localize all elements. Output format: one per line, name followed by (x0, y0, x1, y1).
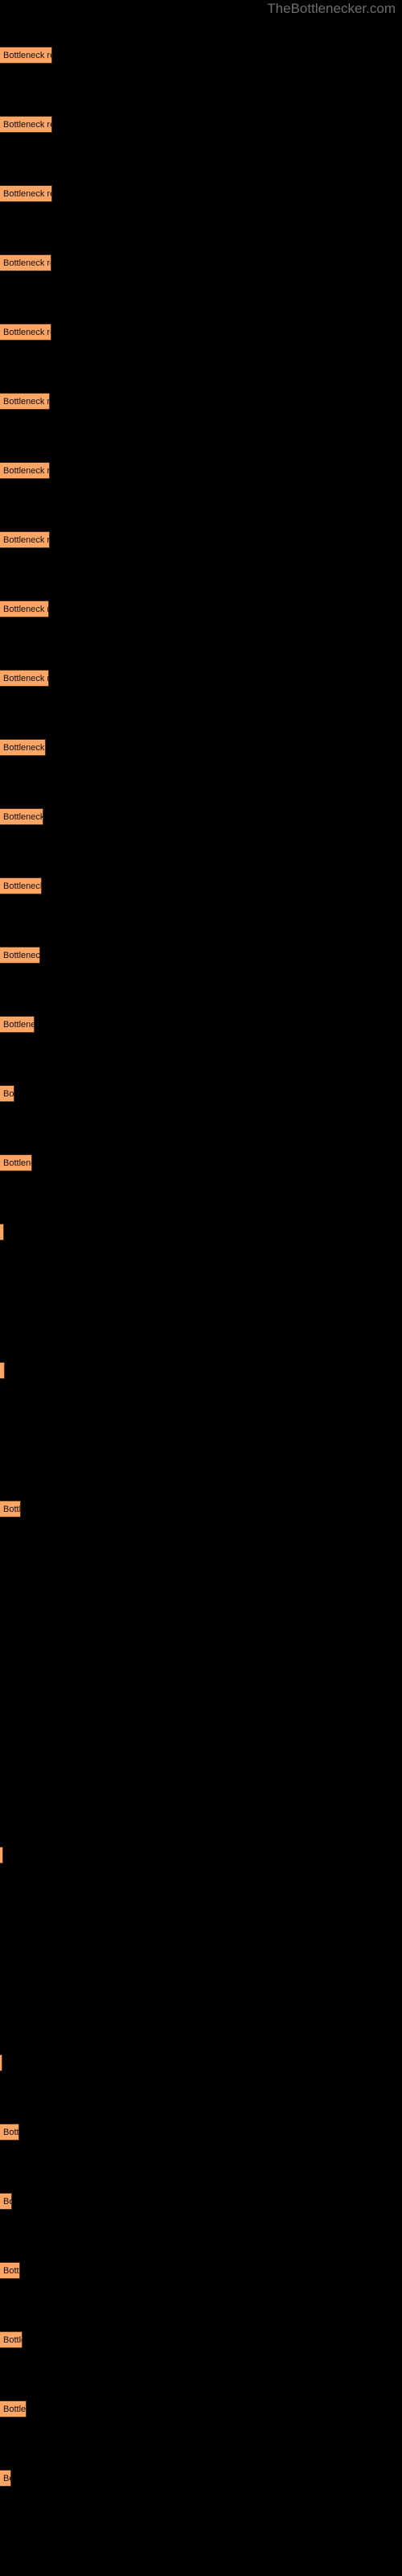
bar[interactable]: Bottleneck result (0, 531, 50, 548)
bar-label: Bottleneck result (3, 950, 40, 960)
bar-label: Bottleneck result (3, 1504, 21, 1514)
bar-row: Bottleneck result (0, 1847, 402, 1864)
bar-chart-root: TheBottlenecker.com Bottleneck resultBot… (0, 0, 402, 2576)
bar-label: Bottleneck result (3, 1366, 4, 1376)
bar-label: Bottleneck result (3, 2404, 27, 2414)
bar[interactable]: Bottleneck result (0, 2262, 20, 2279)
bar-label: Bottleneck result (3, 258, 51, 268)
bar-row: Bottleneck result (0, 1224, 402, 1241)
bar-label: Bottleneck result (3, 811, 43, 822)
bar-row: Bottleneck result (0, 2193, 402, 2210)
bar[interactable]: Bottleneck result (0, 739, 46, 756)
bar-row: Bottleneck result (0, 2262, 402, 2279)
bar-row: Bottleneck result (0, 947, 402, 964)
bar[interactable]: Bottleneck result (0, 2470, 11, 2487)
bar[interactable]: Bottleneck result (0, 2124, 19, 2140)
bar-label: Bottleneck result (3, 2196, 11, 2207)
bar-row: Bottleneck result (0, 1154, 402, 1171)
bar-label: Bottleneck result (3, 742, 45, 753)
bar-row: Bottleneck result (0, 1501, 402, 1517)
bar-label: Bottleneck result (3, 1158, 31, 1168)
bar-row: Bottleneck result (0, 1362, 402, 1379)
bar-row: Bottleneck result (0, 808, 402, 825)
bar-row: Bottleneck result (0, 2401, 402, 2417)
plot-area: Bottleneck result Bottleneck result Bottle… (0, 0, 402, 2576)
bar[interactable]: Bottleneck result (0, 1501, 21, 1517)
bar-label: Bottleneck result (3, 119, 51, 130)
bar-label: Bottleneck result (3, 604, 48, 614)
bar-row: Bottleneck result (0, 2054, 402, 2071)
bar[interactable]: Bottleneck result (0, 2193, 12, 2210)
bar-row: Bottleneck result (0, 393, 402, 410)
bar-label: Bottleneck result (3, 2127, 19, 2137)
bar[interactable]: Bottleneck result (0, 1362, 5, 1379)
bar[interactable]: Bottleneck result (0, 1224, 4, 1241)
bar[interactable]: Bottleneck result (0, 1085, 14, 1102)
bar-label: Bottleneck result (3, 2334, 22, 2345)
bar[interactable]: Bottleneck result (0, 116, 52, 133)
bar[interactable]: Bottleneck result (0, 2331, 23, 2348)
bar[interactable]: Bottleneck result (0, 1016, 35, 1033)
bar[interactable]: Bottleneck result (0, 185, 52, 202)
bar[interactable]: Bottleneck result (0, 462, 50, 479)
bar-label: Bottleneck result (3, 1019, 34, 1030)
bar-row: Bottleneck result (0, 462, 402, 479)
bar[interactable]: Bottleneck result (0, 324, 51, 341)
bar-row: Bottleneck result (0, 877, 402, 894)
bar[interactable]: Bottleneck result (0, 877, 42, 894)
bar[interactable]: Bottleneck result (0, 393, 50, 410)
bar[interactable]: Bottleneck result (0, 1154, 32, 1171)
bar-label: Bottleneck result (3, 50, 51, 60)
bar-label: Bottleneck result (3, 2265, 20, 2276)
bar[interactable]: Bottleneck result (0, 808, 43, 825)
bar-row: Bottleneck result (0, 2470, 402, 2487)
bar[interactable]: Bottleneck result (0, 947, 40, 964)
bar[interactable]: Bottleneck result (0, 2054, 2, 2071)
bar-row: Bottleneck result (0, 670, 402, 687)
bar-label: Bottleneck result (3, 2473, 10, 2483)
bar[interactable]: Bottleneck result (0, 254, 51, 271)
bar[interactable]: Bottleneck result (0, 2401, 27, 2417)
bar-label: Bottleneck result (3, 1088, 14, 1099)
bar-row: Bottleneck result (0, 185, 402, 202)
bar-row: Bottleneck result (0, 254, 402, 271)
bar-row: Bottleneck result (0, 47, 402, 64)
bar[interactable]: Bottleneck result (0, 601, 49, 617)
bar-label: Bottleneck result (3, 396, 50, 407)
bar-row: Bottleneck result (0, 116, 402, 133)
bar-row: Bottleneck result (0, 601, 402, 617)
bar-row: Bottleneck result (0, 324, 402, 341)
bar-row: Bottleneck result (0, 1016, 402, 1033)
bar-label: Bottleneck result (3, 881, 42, 891)
bar-label: Bottleneck result (3, 535, 50, 545)
bar[interactable]: Bottleneck result (0, 1847, 3, 1864)
bar[interactable]: Bottleneck result (0, 670, 49, 687)
bar-label: Bottleneck result (3, 673, 48, 683)
bar-label: Bottleneck result (3, 188, 51, 199)
bar[interactable]: Bottleneck result (0, 47, 52, 64)
bar-row: Bottleneck result (0, 531, 402, 548)
bar-label: Bottleneck result (3, 1228, 4, 1237)
bar-label: Bottleneck result (3, 327, 51, 337)
bar-row: Bottleneck result (0, 2124, 402, 2140)
bar-row: Bottleneck result (0, 739, 402, 756)
bar-label: Bottleneck result (3, 465, 50, 476)
bar-row: Bottleneck result (0, 1085, 402, 1102)
bar-row: Bottleneck result (0, 2331, 402, 2348)
